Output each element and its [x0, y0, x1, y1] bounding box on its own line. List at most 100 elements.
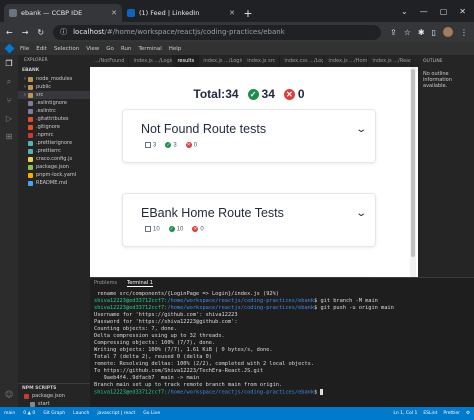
- close-window-icon[interactable]: ✕: [459, 7, 466, 16]
- status-item[interactable]: Prettier: [443, 411, 460, 416]
- file-tree-label: .npmrc: [36, 132, 54, 138]
- total-box-icon: [145, 226, 151, 232]
- test-suite-card[interactable]: Not Found Route tests ⌄ 3 ✓ 3 ✕ 0: [122, 109, 376, 163]
- suite-failed: 0: [193, 142, 198, 149]
- status-item[interactable]: 0 ▲ 0: [23, 411, 35, 416]
- editor-tab[interactable]: results: [173, 55, 200, 67]
- info-icon[interactable]: ⓘ: [60, 27, 67, 37]
- browser-tab-ide[interactable]: ebank — CCBP IDE ✕: [4, 4, 122, 22]
- file-tree-item[interactable]: .prettierignore: [18, 139, 90, 147]
- workspace-section-header[interactable]: EBANK: [18, 66, 90, 75]
- file-tree-item[interactable]: .gitignore: [18, 123, 90, 131]
- file-icon: [28, 180, 33, 186]
- avatar[interactable]: [443, 27, 453, 37]
- editor-tab[interactable]: index.js .../Login: [199, 55, 244, 67]
- menu-selection[interactable]: Selection: [54, 46, 79, 52]
- preview-scrollbar[interactable]: [410, 67, 416, 277]
- terminal-prompt-path: /home/workspace/reactjs/coding-practices…: [167, 389, 315, 396]
- status-item[interactable]: main: [4, 411, 15, 416]
- menu-run[interactable]: Run: [121, 46, 132, 52]
- npm-package-item[interactable]: package.json: [18, 392, 90, 400]
- forward-icon[interactable]: →: [22, 28, 29, 37]
- extensions-icon[interactable]: ✱: [418, 28, 425, 37]
- bookmark-star-icon[interactable]: ☆: [404, 28, 411, 37]
- reload-icon[interactable]: ↻: [37, 28, 44, 37]
- maximize-icon[interactable]: ▢: [440, 7, 448, 16]
- terminal-prompt-path: /home/workspace/reactjs/coding-practices…: [167, 305, 315, 311]
- source-control-icon[interactable]: ⑂: [7, 96, 12, 105]
- url-path: /#/home/workspace/reactjs/coding-practic…: [104, 28, 285, 36]
- browser-tab-strip: ebank — CCBP IDE ✕ (1) Feed | LinkedIn ✕…: [0, 0, 474, 22]
- menu-help[interactable]: Help: [169, 46, 182, 52]
- tab-terminal[interactable]: Terminal 1: [127, 280, 153, 287]
- status-item[interactable]: Go Live: [143, 411, 160, 416]
- file-tree-item[interactable]: README.md: [18, 179, 90, 187]
- file-tree-item[interactable]: .eslintignore: [18, 99, 90, 107]
- file-tree-item[interactable]: .eslintrc: [18, 107, 90, 115]
- kebab-menu-icon[interactable]: ⋮: [460, 28, 468, 37]
- failed-x-icon: ✕: [192, 226, 199, 232]
- url-field[interactable]: ⓘ localhost/#/home/workspace/reactjs/cod…: [53, 24, 382, 40]
- file-tree-item[interactable]: .npmrc: [18, 131, 90, 139]
- status-item[interactable]: Git Graph: [43, 411, 65, 416]
- status-item[interactable]: ESLint: [423, 411, 437, 416]
- run-debug-icon[interactable]: ▷: [6, 114, 12, 123]
- file-tree-item[interactable]: › node_modules: [18, 75, 90, 83]
- npm-scripts-header[interactable]: NPM SCRIPTS: [18, 383, 90, 392]
- chevron-down-icon[interactable]: ⌄: [355, 208, 367, 219]
- file-tree-item[interactable]: pnpm-lock.yaml: [18, 171, 90, 179]
- chevron-down-icon[interactable]: ⌄: [401, 7, 408, 16]
- outline-message: No outline information available.: [423, 71, 452, 89]
- file-tree-item[interactable]: › src: [18, 91, 90, 99]
- results-summary: Total:34 ✓ 34 ✕ 0: [90, 87, 408, 101]
- extensions-view-icon[interactable]: ⊞: [6, 132, 13, 141]
- tab-problems[interactable]: Problems: [94, 280, 117, 286]
- menu-edit[interactable]: Edit: [36, 46, 47, 52]
- status-item[interactable]: Ln 1, Col 1: [393, 411, 417, 416]
- close-tab-icon[interactable]: ✕: [229, 9, 235, 17]
- editor-area: .../NotFound index.js .../Login results ind…: [90, 55, 418, 277]
- editor-tab[interactable]: index.css .../Login: [280, 55, 325, 67]
- test-suite-card[interactable]: EBank Home Route Tests ⌄ 10 ✓ 10 ✕ 0: [122, 193, 376, 247]
- scrollbar-thumb[interactable]: [411, 69, 415, 257]
- file-tree-item[interactable]: .prettierrc: [18, 147, 90, 155]
- file-tree-item[interactable]: › public: [18, 83, 90, 91]
- explorer-title: EXPLORER: [24, 58, 48, 63]
- file-tree-item[interactable]: craco.config.js: [18, 155, 90, 163]
- editor-tab[interactable]: index.js src: [243, 55, 281, 67]
- terminal-cursor: [320, 389, 324, 395]
- outline-title[interactable]: OUTLINE: [418, 55, 474, 67]
- menu-file[interactable]: File: [20, 46, 29, 52]
- back-icon[interactable]: ←: [6, 28, 13, 37]
- total-box-icon: [145, 142, 151, 148]
- editor-tab[interactable]: index.js .../Home: [324, 55, 369, 67]
- status-item[interactable]: javascript | react: [97, 411, 135, 416]
- status-item[interactable]: Launch: [73, 411, 89, 416]
- menu-go[interactable]: Go: [106, 46, 114, 52]
- browser-tab-linkedin[interactable]: (1) Feed | LinkedIn ✕: [122, 4, 240, 22]
- menu-terminal[interactable]: Terminal: [138, 46, 161, 52]
- terminal-output[interactable]: rename src/components/{LoginPage => Logi…: [90, 288, 474, 400]
- sidepanel-icon[interactable]: ▯: [432, 28, 436, 37]
- explorer-icon[interactable]: ❐: [5, 59, 12, 68]
- file-tree-item[interactable]: .gitattributes: [18, 115, 90, 123]
- editor-tab[interactable]: index.js .../Login: [129, 55, 174, 67]
- accounts-icon[interactable]: ☺: [5, 390, 13, 399]
- menu-view[interactable]: View: [86, 46, 99, 52]
- search-icon[interactable]: ⌕: [7, 77, 11, 87]
- suite-passed: 10: [176, 226, 184, 233]
- file-icon: [28, 148, 33, 154]
- editor-tab[interactable]: index.js .../Reads: [368, 55, 413, 67]
- failed-count: 0: [297, 87, 305, 101]
- new-tab-icon[interactable]: +: [240, 4, 256, 22]
- suite-stats: 3 ✓ 3 ✕ 0: [145, 142, 197, 149]
- chevron-down-icon[interactable]: ⌄: [355, 124, 367, 135]
- file-tree-item[interactable]: package.json: [18, 163, 90, 171]
- file-icon: [28, 172, 33, 178]
- editor-tab[interactable]: .../NotFound: [90, 55, 130, 67]
- close-tab-icon[interactable]: ✕: [111, 9, 117, 17]
- minimize-icon[interactable]: —: [420, 7, 428, 16]
- share-icon[interactable]: ⇪: [390, 28, 397, 37]
- status-item[interactable]: ⚙: [466, 411, 470, 416]
- address-bar-row: ← → ↻ ⓘ localhost/#/home/workspace/react…: [0, 22, 474, 42]
